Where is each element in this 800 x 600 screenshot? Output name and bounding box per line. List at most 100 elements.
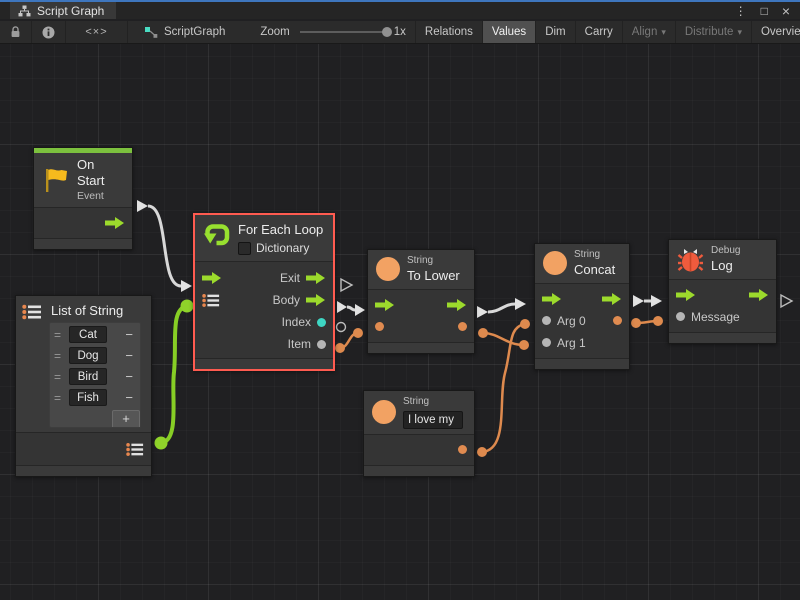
node-debug-log[interactable]: Debug Log Message <box>668 239 777 344</box>
list-in-port[interactable] <box>202 293 220 308</box>
toolbar-button-relations[interactable]: Relations <box>416 21 483 43</box>
node-to-lower[interactable]: String To Lower <box>367 249 475 354</box>
remove-item-button[interactable]: − <box>122 390 136 405</box>
window-menu-icon[interactable]: ⋮ <box>735 4 747 18</box>
toolbar-button-values[interactable]: Values <box>483 21 536 43</box>
window-controls: ⋮ □ × <box>735 2 800 19</box>
string-in-port[interactable] <box>375 322 384 331</box>
relations-label: Relations <box>425 26 473 38</box>
node-title: Log <box>711 258 740 274</box>
list-item-row: = − <box>54 326 136 343</box>
node-body <box>34 207 132 238</box>
add-item-button[interactable]: + <box>112 410 140 427</box>
script-graph-window: Script Graph ⋮ □ × <×> <box>0 0 800 600</box>
flow-out-port[interactable] <box>447 299 467 311</box>
inspect-button[interactable] <box>32 21 66 43</box>
string-type-icon <box>543 251 567 275</box>
flow-out-port[interactable] <box>602 293 622 305</box>
flow-in-port[interactable] <box>542 293 562 305</box>
toolbar-button-carry[interactable]: Carry <box>576 21 623 43</box>
lock-icon <box>10 26 21 38</box>
zoom-control: Zoom 1x <box>234 21 416 43</box>
arg0-in-port[interactable] <box>542 316 551 325</box>
tab-script-graph[interactable]: Script Graph <box>10 2 116 19</box>
exit-out-port[interactable] <box>306 272 326 284</box>
flow-out-port[interactable] <box>749 289 769 301</box>
node-header: String <box>364 391 474 434</box>
drag-handle-icon[interactable]: = <box>54 370 64 384</box>
flow-in-port[interactable] <box>676 289 696 301</box>
flow-in-port[interactable] <box>202 272 222 284</box>
index-out-port[interactable] <box>317 318 326 327</box>
node-footer <box>669 332 776 343</box>
string-type-icon <box>376 257 400 281</box>
list-item-input[interactable] <box>69 389 107 406</box>
list-item-input[interactable] <box>69 347 107 364</box>
toolbar-button-align[interactable]: Align ▾ <box>623 21 676 43</box>
string-out-port[interactable] <box>458 445 467 454</box>
flow-in-port[interactable] <box>375 299 395 311</box>
node-string-literal[interactable]: String <box>363 390 475 477</box>
node-header: String Concat <box>535 244 629 283</box>
wire-endpoint <box>653 316 663 326</box>
string-value-input[interactable] <box>403 411 463 429</box>
node-title: On Start <box>77 157 124 190</box>
node-title: Concat <box>574 262 615 278</box>
list-item-input[interactable] <box>69 368 107 385</box>
list-editor: = − = − = − = <box>49 322 141 428</box>
drag-handle-icon[interactable]: = <box>54 391 64 405</box>
result-out-port[interactable] <box>613 316 622 325</box>
node-category: String <box>574 249 615 262</box>
dropdown-arrow-icon: ▾ <box>737 27 742 38</box>
port-label-exit: Exit <box>280 271 300 285</box>
flag-icon <box>42 166 70 194</box>
node-concat[interactable]: String Concat Arg 0 Arg 1 <box>534 243 630 370</box>
lock-button[interactable] <box>0 21 32 43</box>
wire-endpoint <box>631 318 641 328</box>
bug-icon <box>677 246 704 273</box>
port-label-index: Index <box>282 315 311 329</box>
string-out-port[interactable] <box>458 322 467 331</box>
remove-item-button[interactable]: − <box>122 348 136 363</box>
close-icon[interactable]: × <box>782 3 790 19</box>
toolbar-button-overview[interactable]: Overview <box>752 21 800 43</box>
wire-endpoint <box>181 300 194 313</box>
node-footer <box>535 358 629 369</box>
drag-handle-icon[interactable]: = <box>54 349 64 363</box>
checkbox-label: Dictionary <box>256 241 309 256</box>
node-category: Debug <box>711 245 740 258</box>
node-on-start[interactable]: On Start Event <box>33 147 133 250</box>
port-label-item: Item <box>288 337 311 351</box>
list-item-input[interactable] <box>69 326 107 343</box>
overview-label: Overview <box>761 26 800 38</box>
toolbar-button-distribute[interactable]: Distribute ▾ <box>676 21 752 43</box>
zoom-slider-handle[interactable] <box>382 27 392 37</box>
carry-label: Carry <box>585 26 613 38</box>
dictionary-checkbox[interactable] <box>238 242 251 255</box>
remove-item-button[interactable]: − <box>122 369 136 384</box>
edit-source-button[interactable]: <×> <box>66 21 128 43</box>
node-footer <box>364 465 474 476</box>
drag-handle-icon[interactable]: = <box>54 328 64 342</box>
list-out-port[interactable] <box>126 442 144 457</box>
port-label-message: Message <box>691 310 740 324</box>
graph-name: ScriptGraph <box>164 26 225 38</box>
message-in-port[interactable] <box>676 312 685 321</box>
graph-breadcrumb[interactable]: ScriptGraph <box>128 21 234 43</box>
list-item-row: = − <box>54 389 136 406</box>
item-out-port[interactable] <box>317 340 326 349</box>
remove-item-button[interactable]: − <box>122 327 136 342</box>
zoom-slider[interactable] <box>300 31 388 33</box>
maximize-icon[interactable]: □ <box>761 4 768 18</box>
align-label: Align <box>632 26 658 38</box>
list-item-row: = − <box>54 368 136 385</box>
toolbar-button-dim[interactable]: Dim <box>536 21 575 43</box>
flow-out-port[interactable] <box>105 217 125 229</box>
body-out-port[interactable] <box>306 294 326 306</box>
list-icon <box>22 304 42 320</box>
node-for-each-loop[interactable]: For Each Loop Dictionary Exit B <box>193 213 335 371</box>
arg1-in-port[interactable] <box>542 338 551 347</box>
node-list-of-string[interactable]: List of String = − = − = <box>15 295 152 477</box>
node-footer <box>16 465 151 476</box>
loop-icon <box>203 222 231 249</box>
